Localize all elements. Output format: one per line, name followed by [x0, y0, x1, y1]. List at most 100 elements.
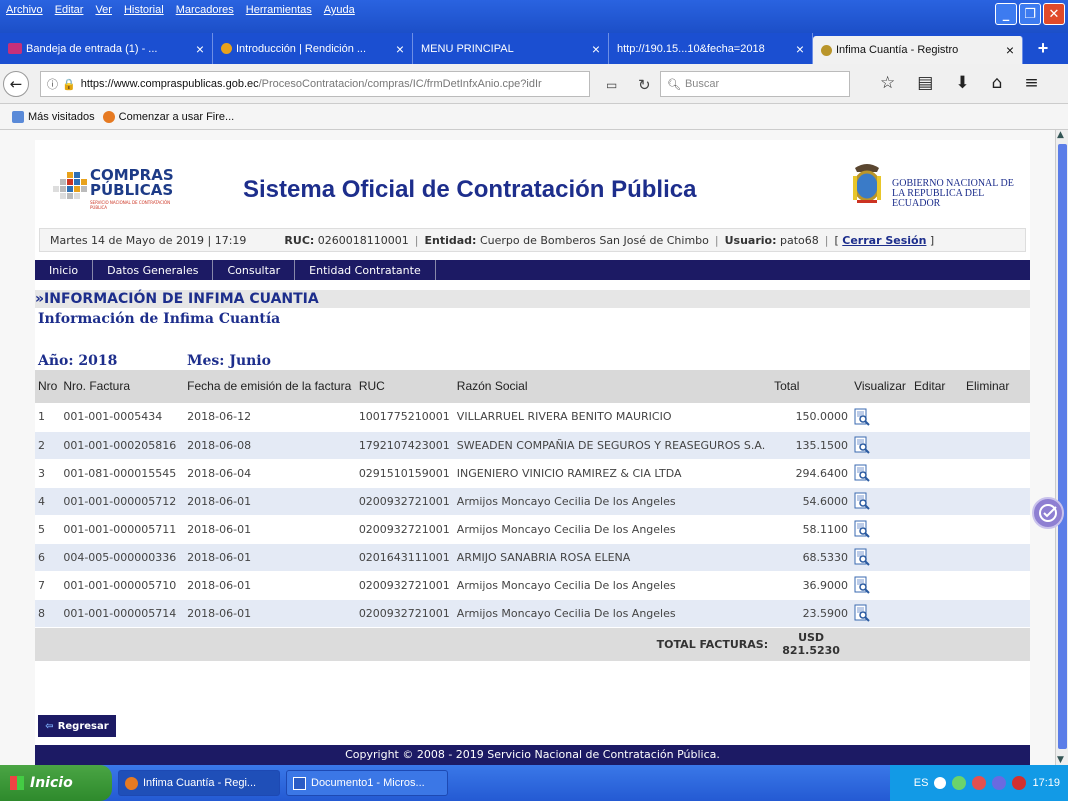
- menu-marcadores[interactable]: Marcadores: [176, 4, 234, 16]
- empty-cell: [911, 627, 963, 662]
- nav-inicio[interactable]: Inicio: [35, 260, 94, 280]
- col-razon-social: Razón Social: [453, 370, 772, 403]
- bookmark-mas-visitados[interactable]: Más visitados: [12, 110, 95, 123]
- taskbar-item-word[interactable]: Documento1 - Micros...: [286, 770, 448, 796]
- tab-menu-principal[interactable]: MENU PRINCIPAL ×: [413, 33, 609, 64]
- view-document-icon[interactable]: [854, 604, 870, 622]
- view-document-icon[interactable]: [854, 548, 870, 566]
- menu-herramientas[interactable]: Herramientas: [246, 4, 312, 16]
- view-document-icon[interactable]: [854, 520, 870, 538]
- scrollbar-thumb[interactable]: [1058, 144, 1067, 749]
- tab-http[interactable]: http://190.15...10&fecha=2018 ×: [609, 33, 813, 64]
- close-tab-icon[interactable]: ×: [388, 41, 404, 57]
- nav-datos-generales[interactable]: Datos Generales: [93, 260, 214, 280]
- back-arrow-icon[interactable]: ←: [3, 70, 29, 97]
- cell-editar: [911, 487, 963, 516]
- cell-eliminar: [963, 543, 1030, 572]
- bookmark-star-icon[interactable]: ☆: [880, 73, 895, 93]
- taskbar-item-firefox[interactable]: Infima Cuantía - Regi...: [118, 770, 280, 796]
- table-header-row: Nro Nro. Factura Fecha de emisión de la …: [35, 370, 1030, 403]
- site-header: COMPRAS PÚBLICAS SERVICIO NACIONAL DE CON…: [35, 140, 1030, 222]
- close-tab-icon[interactable]: ×: [998, 42, 1014, 58]
- government-label: GOBIERNO NACIONAL DE LA REPUBLICA DEL ECU…: [892, 178, 1014, 209]
- security-icon[interactable]: [992, 776, 1007, 790]
- menu-editar[interactable]: Editar: [55, 4, 84, 16]
- bookmark-label: Más visitados: [28, 110, 95, 123]
- tab-mail[interactable]: Bandeja de entrada (1) - ... ×: [0, 33, 213, 64]
- menu-bar: Archivo Editar Ver Historial Marcadores …: [0, 0, 1068, 33]
- page-footer: Copyright © 2008 - 2019 Servicio Naciona…: [35, 745, 1030, 765]
- plus-icon: +: [1037, 38, 1049, 58]
- url-path: /ProcesoContratacion/compras/IC/frmDetIn…: [258, 78, 542, 90]
- new-tab-button[interactable]: +: [1023, 33, 1063, 64]
- total-label: TOTAL FACTURAS:: [35, 627, 772, 662]
- cell-factura: 001-001-000005710: [60, 571, 185, 600]
- cell-eliminar: [963, 515, 1030, 544]
- cell-total: 23.5900: [771, 599, 852, 628]
- volume-icon[interactable]: [972, 776, 987, 790]
- url-bar[interactable]: ⓘ 🔒 https://www.compraspublicas.gob.ec/P…: [40, 71, 590, 97]
- restore-icon[interactable]: ❐: [1019, 3, 1041, 25]
- menu-historial[interactable]: Historial: [124, 4, 164, 16]
- scroll-up-icon[interactable]: ▲: [1057, 130, 1064, 140]
- table-row: 2 001-001-000205816 2018-06-08 179210742300…: [35, 431, 1030, 460]
- back-button-label: Regresar: [57, 720, 109, 732]
- info-icon[interactable]: ⓘ: [47, 76, 58, 92]
- tab-infima-cuantia[interactable]: Infima Cuantía - Registro ×: [813, 36, 1023, 64]
- cell-fecha: 2018-06-01: [184, 599, 356, 628]
- view-document-icon[interactable]: [854, 408, 870, 426]
- cell-total: 36.9000: [771, 571, 852, 600]
- reading-list-icon[interactable]: ▤: [917, 73, 933, 93]
- reload-icon[interactable]: ↻: [638, 76, 651, 94]
- cell-total: 54.6000: [771, 487, 852, 516]
- tab-introduccion[interactable]: Introducción | Rendición ... ×: [213, 33, 413, 64]
- floating-check-button[interactable]: [1032, 497, 1064, 529]
- cell-razon-social: Armijos Moncayo Cecilia De los Angeles: [453, 487, 772, 516]
- close-window-icon[interactable]: ✕: [1043, 3, 1065, 25]
- cell-razon-social: INGENIERO VINICIO RAMIREZ & CIA LTDA: [453, 459, 772, 488]
- nav-consultar[interactable]: Consultar: [213, 260, 296, 280]
- navigation-bar: ← ⓘ 🔒 https://www.compraspublicas.gob.ec…: [0, 64, 1068, 104]
- back-button[interactable]: ⇦ Regresar: [38, 715, 116, 737]
- search-input[interactable]: 🔍︎ Buscar: [660, 71, 850, 97]
- start-button[interactable]: Inicio: [0, 765, 112, 801]
- language-indicator[interactable]: ES: [914, 777, 929, 789]
- network-icon[interactable]: [952, 776, 967, 790]
- menu-ver[interactable]: Ver: [95, 4, 112, 16]
- view-document-icon[interactable]: [854, 576, 870, 594]
- cell-factura: 001-001-000005711: [60, 515, 185, 544]
- home-icon[interactable]: ⌂: [992, 73, 1003, 93]
- menu-ayuda[interactable]: Ayuda: [324, 4, 355, 16]
- tray-arrow-icon[interactable]: [934, 777, 947, 789]
- cell-fecha: 2018-06-01: [184, 515, 356, 544]
- reader-view-icon[interactable]: ▭: [606, 78, 617, 92]
- compras-publicas-logo: COMPRAS PÚBLICAS SERVICIO NACIONAL DE CON…: [53, 168, 183, 210]
- vertical-scrollbar[interactable]: ▲ ▼: [1055, 130, 1068, 765]
- logout-link[interactable]: Cerrar Sesión: [842, 234, 926, 247]
- view-document-icon[interactable]: [854, 436, 870, 454]
- cell-factura: 001-001-000205816: [60, 431, 185, 460]
- separator: |: [714, 233, 719, 247]
- view-document-icon[interactable]: [854, 492, 870, 510]
- close-tab-icon[interactable]: ×: [788, 41, 804, 57]
- view-document-icon[interactable]: [854, 464, 870, 482]
- ecuador-coat-of-arms-icon: [853, 164, 881, 203]
- hamburger-menu-icon[interactable]: ≡: [1024, 73, 1038, 93]
- scroll-down-icon[interactable]: ▼: [1057, 755, 1064, 765]
- user-label: Usuario:: [724, 233, 777, 247]
- nav-entidad-contratante[interactable]: Entidad Contratante: [295, 260, 436, 280]
- cell-razon-social: Armijos Moncayo Cecilia De los Angeles: [453, 599, 772, 628]
- download-icon[interactable]: ⬇: [955, 73, 969, 93]
- bookmark-comenzar[interactable]: Comenzar a usar Fire...: [102, 110, 234, 123]
- tab-label: Introducción | Rendición ...: [236, 42, 367, 55]
- minimize-icon[interactable]: _: [995, 3, 1017, 25]
- col-total: Total: [771, 370, 852, 403]
- close-tab-icon[interactable]: ×: [584, 41, 600, 57]
- close-tab-icon[interactable]: ×: [188, 41, 204, 57]
- menu-archivo[interactable]: Archivo: [6, 4, 43, 16]
- antivirus-icon[interactable]: [1012, 776, 1027, 790]
- year-label: Año: 2018: [38, 353, 118, 369]
- tab-bar: Bandeja de entrada (1) - ... × Introducc…: [0, 33, 1068, 64]
- cell-visualizar: [851, 599, 912, 628]
- cell-ruc: 1001775210001: [355, 403, 454, 432]
